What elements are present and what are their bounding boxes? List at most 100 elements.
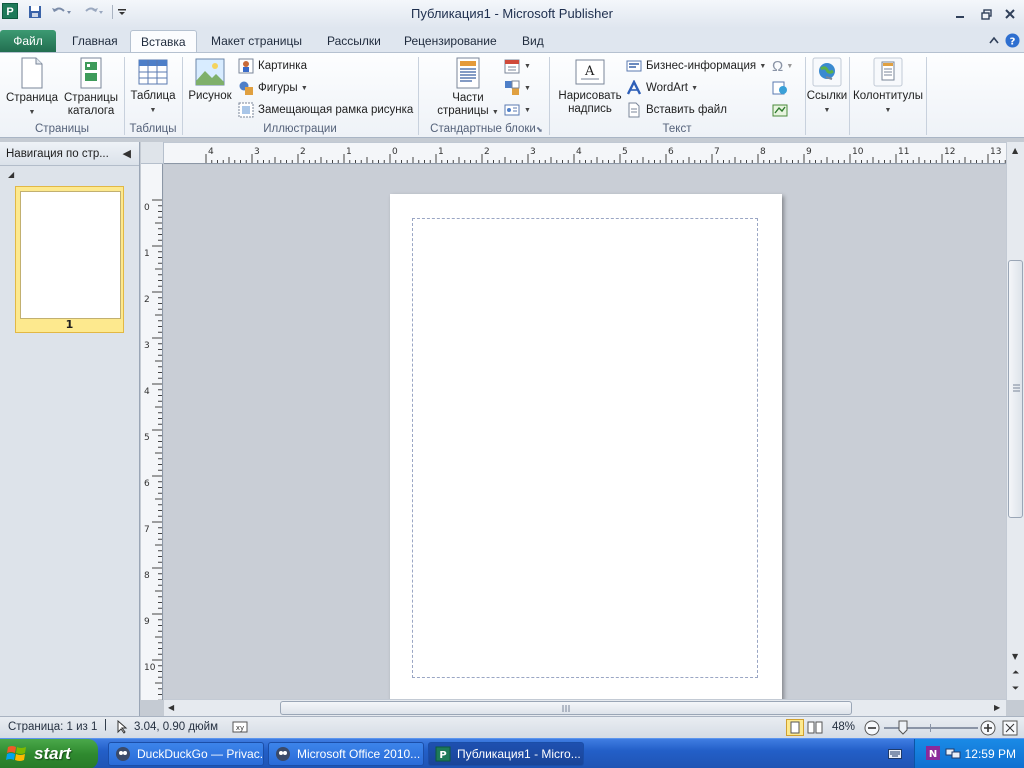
publication-workspace[interactable]: [164, 165, 1006, 699]
keyboard-icon[interactable]: [888, 747, 902, 761]
picture-button[interactable]: Рисунок: [186, 57, 234, 103]
ruler-label: 12: [944, 147, 955, 157]
cursor-position-status: 3.04, 0.90 дюйм: [134, 721, 219, 733]
status-separator: |: [104, 719, 107, 731]
svg-text:A: A: [584, 64, 595, 79]
picture-placeholder-button[interactable]: Замещающая рамка рисунка: [238, 100, 413, 120]
ruler-label: 5: [144, 433, 150, 443]
zoom-level[interactable]: 48%: [832, 721, 855, 733]
picture-button-label: Рисунок: [188, 90, 232, 102]
ruler-label: 2: [484, 147, 490, 157]
page-thumbnail-preview: [20, 191, 121, 319]
start-button[interactable]: start: [0, 739, 98, 768]
page-parts-button[interactable]: Части страницы ▼: [432, 57, 504, 119]
header-footer-button[interactable]: Колонтитулы ▼: [850, 57, 926, 117]
insert-file-label: Вставить файл: [646, 104, 727, 116]
cursor-position-icon: [117, 720, 128, 734]
advertisements-button[interactable]: ▼: [504, 100, 531, 120]
fit-page-icon[interactable]: [1002, 720, 1018, 736]
previous-page-icon[interactable]: ⏶: [1012, 668, 1019, 678]
page-thumbnail-number: 1: [65, 318, 74, 331]
taskbar-item-duckduckgo[interactable]: DuckDuckGo — Privac...: [108, 742, 264, 766]
calendars-button[interactable]: ▼: [504, 56, 531, 76]
vertical-ruler[interactable]: 0 1 2 3 4 5 6 7 8 9 10: [141, 164, 163, 700]
expand-collapse-triangle-icon[interactable]: ◢: [8, 170, 14, 179]
wordart-button[interactable]: WordArt ▼: [626, 78, 698, 98]
tab-mailings[interactable]: Рассылки: [317, 30, 391, 52]
scroll-right-icon[interactable]: ▶: [994, 703, 1000, 712]
shapes-button[interactable]: Фигуры ▼: [238, 78, 308, 98]
help-icon[interactable]: ?: [1002, 31, 1022, 49]
scroll-up-icon[interactable]: ▲: [1012, 146, 1018, 155]
date-time-button[interactable]: [772, 78, 792, 98]
scroll-down-icon[interactable]: ▼: [1012, 652, 1018, 661]
shapes-label: Фигуры: [258, 82, 298, 94]
taskbar-item-publisher[interactable]: P Публикация1 - Micro...: [428, 742, 584, 766]
clipart-button[interactable]: Картинка: [238, 56, 307, 76]
restore-button[interactable]: [976, 5, 996, 23]
insert-object-icon: [772, 104, 788, 117]
tab-home[interactable]: Главная: [62, 30, 128, 52]
zoom-in-icon[interactable]: [980, 720, 996, 736]
vertical-scroll-thumb[interactable]: [1008, 260, 1023, 518]
browser-icon: [116, 747, 130, 761]
page-button[interactable]: Страница ▼: [4, 57, 60, 119]
object-size-icon: xy: [232, 721, 248, 733]
horizontal-ruler[interactable]: 4 3 2 1 0 1 2 3 4 5 6 7 8 9 10 11 12 13: [164, 142, 1008, 164]
network-icon[interactable]: [945, 746, 961, 760]
ruler-label: 10: [144, 663, 156, 673]
close-button[interactable]: [1000, 5, 1020, 23]
tab-insert[interactable]: Вставка: [130, 30, 197, 52]
catalog-pages-label-2: каталога: [67, 105, 115, 117]
horizontal-scrollbar[interactable]: ◀ ▶: [164, 699, 1006, 716]
ruler-label: 3: [144, 341, 150, 351]
next-page-icon[interactable]: ⏷: [1012, 684, 1019, 694]
vertical-scrollbar[interactable]: ▲ ▼ ⏶ ⏷: [1006, 142, 1024, 700]
page-count-status[interactable]: Страница: 1 из 1: [8, 721, 97, 733]
group-label-pages: Страницы: [35, 123, 89, 135]
borders-accents-button[interactable]: ▼: [504, 78, 531, 98]
tab-page-design[interactable]: Макет страницы: [201, 30, 312, 52]
two-page-view-icon[interactable]: [806, 720, 824, 735]
ruler-label: 0: [392, 147, 398, 157]
group-label-tables: Таблицы: [129, 123, 177, 135]
catalog-pages-button[interactable]: Страницы каталога: [62, 57, 120, 118]
insert-object-button[interactable]: [772, 100, 792, 120]
window-title: Публикация1 - Microsoft Publisher: [411, 6, 613, 21]
taskbar-item-label: Microsoft Office 2010...: [297, 747, 421, 761]
zoom-slider-thumb[interactable]: [898, 720, 908, 735]
scroll-left-icon[interactable]: ◀: [168, 703, 174, 712]
collapse-pane-icon[interactable]: ◀: [123, 147, 131, 160]
page-thumbnail[interactable]: 1: [15, 186, 124, 333]
tab-review[interactable]: Рецензирование: [394, 30, 507, 52]
navigation-pane-header: Навигация по стр... ◀: [0, 142, 139, 166]
tab-file[interactable]: Файл: [0, 30, 56, 52]
building-blocks-launcher-icon[interactable]: ⬊: [536, 123, 543, 135]
navigation-pane-title: Навигация по стр...: [6, 147, 109, 160]
wordart-label: WordArt: [646, 82, 688, 94]
minimize-button[interactable]: [950, 5, 970, 23]
table-icon: [138, 59, 168, 85]
ruler-corner[interactable]: [141, 142, 164, 164]
header-footer-icon: [873, 57, 903, 87]
table-button[interactable]: Таблица ▼: [128, 57, 178, 117]
clock[interactable]: 12:59 PM: [965, 747, 1016, 761]
symbol-button[interactable]: Ω ▼: [772, 56, 793, 76]
ruler-label: 8: [144, 571, 150, 581]
horizontal-scroll-thumb[interactable]: [280, 701, 852, 715]
draw-text-box-button[interactable]: A Нарисовать надпись: [554, 57, 626, 116]
tab-view[interactable]: Вид: [512, 30, 554, 52]
taskbar-item-office[interactable]: Microsoft Office 2010...: [268, 742, 424, 766]
onenote-icon[interactable]: N: [925, 745, 941, 761]
horizontal-ruler-ticks: 4 3 2 1 0 1 2 3 4 5 6 7 8 9 10 11 12 13: [205, 147, 1006, 163]
catalog-pages-label-1: Страницы: [64, 92, 118, 104]
zoom-out-icon[interactable]: [864, 720, 880, 736]
picture-placeholder-icon: [238, 102, 254, 118]
links-button[interactable]: Ссылки ▼: [806, 57, 848, 117]
minimize-ribbon-icon[interactable]: [984, 31, 1004, 49]
publication-page[interactable]: [390, 194, 782, 699]
business-info-button[interactable]: Бизнес-информация ▼: [626, 56, 766, 76]
insert-file-button[interactable]: Вставить файл: [626, 100, 727, 120]
single-page-view-icon[interactable]: [786, 719, 804, 736]
svg-text:xy: xy: [236, 724, 244, 732]
